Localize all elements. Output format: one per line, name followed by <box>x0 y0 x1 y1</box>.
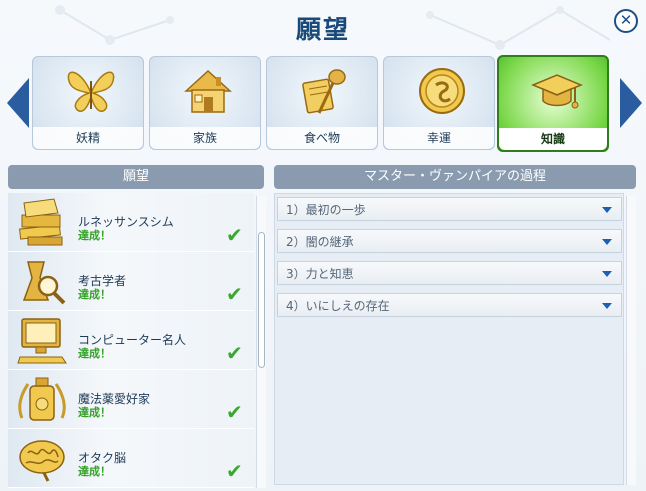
scrollbar-thumb[interactable] <box>258 232 265 368</box>
checkmark-icon: ✔ <box>226 459 243 483</box>
list-item[interactable]: ルネッサンスシム 達成！ ✔ <box>8 193 254 252</box>
step-label: 4）いにしえの存在 <box>286 299 390 313</box>
graduation-cap-icon <box>531 74 583 109</box>
chevron-down-icon <box>602 303 612 309</box>
step-label: 1）最初の一歩 <box>286 203 366 217</box>
checkmark-icon: ✔ <box>226 400 243 424</box>
chevron-down-icon <box>602 207 612 213</box>
aspiration-steps-panel: 1）最初の一歩 2）闇の継承 3）力と知恵 4）いにしえの存在 <box>274 193 624 485</box>
aspiration-status: 達成！ <box>78 229 111 242</box>
chevron-down-icon <box>602 239 612 245</box>
house-icon <box>184 69 232 113</box>
aspiration-list: ルネッサンスシム 達成！ ✔ 考古学者 達成！ ✔ コンピューター名人 達成！ … <box>8 193 254 491</box>
step-4-dropdown[interactable]: 4）いにしえの存在 <box>277 293 622 317</box>
aspiration-list-scrollbar[interactable] <box>256 196 266 488</box>
aspiration-status: 達成！ <box>78 465 111 478</box>
prev-category-arrow[interactable] <box>7 78 29 128</box>
step-label: 2）闇の継承 <box>286 235 354 249</box>
books-icon <box>19 198 63 246</box>
close-button[interactable]: ✕ <box>614 9 638 33</box>
step-2-dropdown[interactable]: 2）闇の継承 <box>277 229 622 253</box>
chevron-down-icon <box>602 271 612 277</box>
category-label: 妖精 <box>33 127 143 149</box>
checkmark-icon: ✔ <box>226 282 243 306</box>
aspiration-status: 達成！ <box>78 347 111 360</box>
category-tab-knowledge[interactable]: 知識 <box>497 55 609 152</box>
category-carousel: 妖精 家族 食べ物 幸運 知識 <box>32 55 612 152</box>
next-category-arrow[interactable] <box>620 78 642 128</box>
list-item[interactable]: コンピューター名人 達成！ ✔ <box>8 311 254 370</box>
magnifier-icon <box>22 261 66 305</box>
step-3-dropdown[interactable]: 3）力と知恵 <box>277 261 622 285</box>
category-tab-food[interactable]: 食べ物 <box>266 56 378 150</box>
list-item[interactable]: 考古学者 達成！ ✔ <box>8 252 254 311</box>
aspiration-steps-scrollbar[interactable] <box>626 196 636 485</box>
window-title: 願望 <box>295 15 350 44</box>
butterfly-icon <box>67 71 115 112</box>
aspiration-status: 達成！ <box>78 288 111 301</box>
category-tab-fairy[interactable]: 妖精 <box>32 56 144 150</box>
aspiration-list-header: 願望 <box>8 165 264 189</box>
aspiration-detail-header: マスター・ヴァンパイアの過程 <box>274 165 636 189</box>
category-label: 知識 <box>499 128 607 150</box>
category-label: 家族 <box>150 127 260 149</box>
checkmark-icon: ✔ <box>226 223 243 247</box>
computer-icon <box>17 318 67 364</box>
step-label: 3）力と知恵 <box>286 267 354 281</box>
checkmark-icon: ✔ <box>226 341 243 365</box>
category-label: 幸運 <box>384 127 494 149</box>
aspiration-status: 達成！ <box>78 406 111 419</box>
potion-icon <box>18 377 66 421</box>
category-tab-family[interactable]: 家族 <box>149 56 261 150</box>
list-item[interactable]: 魔法薬愛好家 達成！ ✔ <box>8 370 254 429</box>
category-tab-luck[interactable]: 幸運 <box>383 56 495 150</box>
category-label: 食べ物 <box>267 127 377 149</box>
step-1-dropdown[interactable]: 1）最初の一歩 <box>277 197 622 221</box>
brain-icon <box>19 440 65 482</box>
coin-icon <box>419 68 465 114</box>
list-item[interactable]: オタク脳 達成！ ✔ <box>8 429 254 488</box>
food-icon <box>302 69 346 114</box>
